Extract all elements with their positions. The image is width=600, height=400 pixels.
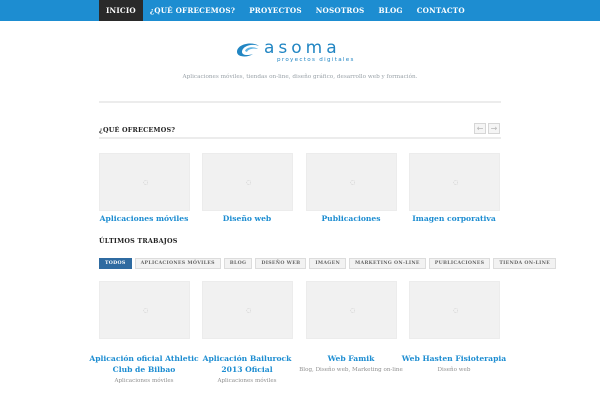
loading-spinner-icon: ◌: [453, 307, 459, 314]
service-thumbnail[interactable]: ◌: [202, 153, 293, 211]
nav-item-proyectos[interactable]: PROYECTOS: [242, 0, 309, 21]
carousel-controls: ← →: [474, 123, 500, 134]
loading-spinner-icon: ◌: [350, 179, 356, 186]
filter-aplicaciones-moviles[interactable]: APLICACIONES MÓVILES: [134, 258, 221, 269]
site-logo[interactable]: asoma proyectos digitales: [234, 38, 366, 68]
filter-publicaciones[interactable]: PUBLICACIONES: [428, 258, 491, 269]
nav-menu: INICIO ¿QUÉ OFRECEMOS? PROYECTOS NOSOTRO…: [99, 0, 472, 21]
loading-spinner-icon: ◌: [246, 179, 252, 186]
work-title[interactable]: Web Hasten Fisioterapia: [399, 353, 509, 364]
service-thumbnail[interactable]: ◌: [306, 153, 397, 211]
nav-item-contacto[interactable]: CONTACTO: [410, 0, 472, 21]
filter-blog[interactable]: BLOG: [223, 258, 253, 269]
work-category[interactable]: Aplicaciones móviles: [89, 378, 199, 384]
filter-imagen[interactable]: IMAGEN: [309, 258, 347, 269]
nav-item-nosotros[interactable]: NOSOTROS: [309, 0, 372, 21]
logo-swoosh-icon: [237, 43, 259, 57]
divider: [99, 101, 501, 103]
nav-item-que-ofrecemos[interactable]: ¿QUÉ OFRECEMOS?: [143, 0, 242, 21]
work-title[interactable]: Aplicación oficial Athletic Club de Bilb…: [89, 353, 199, 375]
filter-todos[interactable]: TODOS: [99, 258, 132, 269]
services-heading: ¿QUÉ OFRECEMOS?: [99, 126, 176, 134]
arrow-left-icon[interactable]: ←: [474, 123, 486, 134]
service-title[interactable]: Imagen corporativa: [399, 213, 509, 224]
service-thumbnail[interactable]: ◌: [99, 153, 190, 211]
work-category[interactable]: Blog, Diseño web, Marketing on-line: [296, 367, 406, 373]
loading-spinner-icon: ◌: [246, 307, 252, 314]
logo-subtitle: proyectos digitales: [277, 57, 355, 63]
loading-spinner-icon: ◌: [143, 179, 149, 186]
works-heading: ÚLTIMOS TRABAJOS: [99, 237, 178, 245]
filter-tienda-on-line[interactable]: TIENDA ON-LINE: [493, 258, 557, 269]
work-thumbnail[interactable]: ◌: [99, 281, 190, 339]
work-thumbnail[interactable]: ◌: [306, 281, 397, 339]
divider: [99, 137, 501, 139]
loading-spinner-icon: ◌: [143, 307, 149, 314]
service-title[interactable]: Aplicaciones móviles: [89, 213, 199, 224]
arrow-right-icon[interactable]: →: [488, 123, 500, 134]
service-thumbnail[interactable]: ◌: [409, 153, 500, 211]
top-navigation: INICIO ¿QUÉ OFRECEMOS? PROYECTOS NOSOTRO…: [0, 0, 600, 21]
work-thumbnail[interactable]: ◌: [409, 281, 500, 339]
work-title[interactable]: Aplicación Bailurock 2013 Oficial: [192, 353, 302, 375]
filter-diseno-web[interactable]: DISEÑO WEB: [255, 258, 307, 269]
site-tagline: Aplicaciones móviles, tiendas on-line, d…: [182, 74, 418, 80]
work-category[interactable]: Diseño web: [399, 367, 509, 373]
logo-wordmark: asoma: [264, 38, 341, 58]
nav-item-inicio[interactable]: INICIO: [99, 0, 143, 21]
service-title[interactable]: Publicaciones: [296, 213, 406, 224]
work-title[interactable]: Web Famik: [296, 353, 406, 364]
filter-marketing-on-line[interactable]: MARKETING ON-LINE: [349, 258, 426, 269]
work-category[interactable]: Aplicaciones móviles: [192, 378, 302, 384]
nav-item-blog[interactable]: BLOG: [371, 0, 409, 21]
loading-spinner-icon: ◌: [350, 307, 356, 314]
loading-spinner-icon: ◌: [453, 179, 459, 186]
work-thumbnail[interactable]: ◌: [202, 281, 293, 339]
service-title[interactable]: Diseño web: [192, 213, 302, 224]
portfolio-filters: TODOS APLICACIONES MÓVILES BLOG DISEÑO W…: [99, 258, 557, 269]
